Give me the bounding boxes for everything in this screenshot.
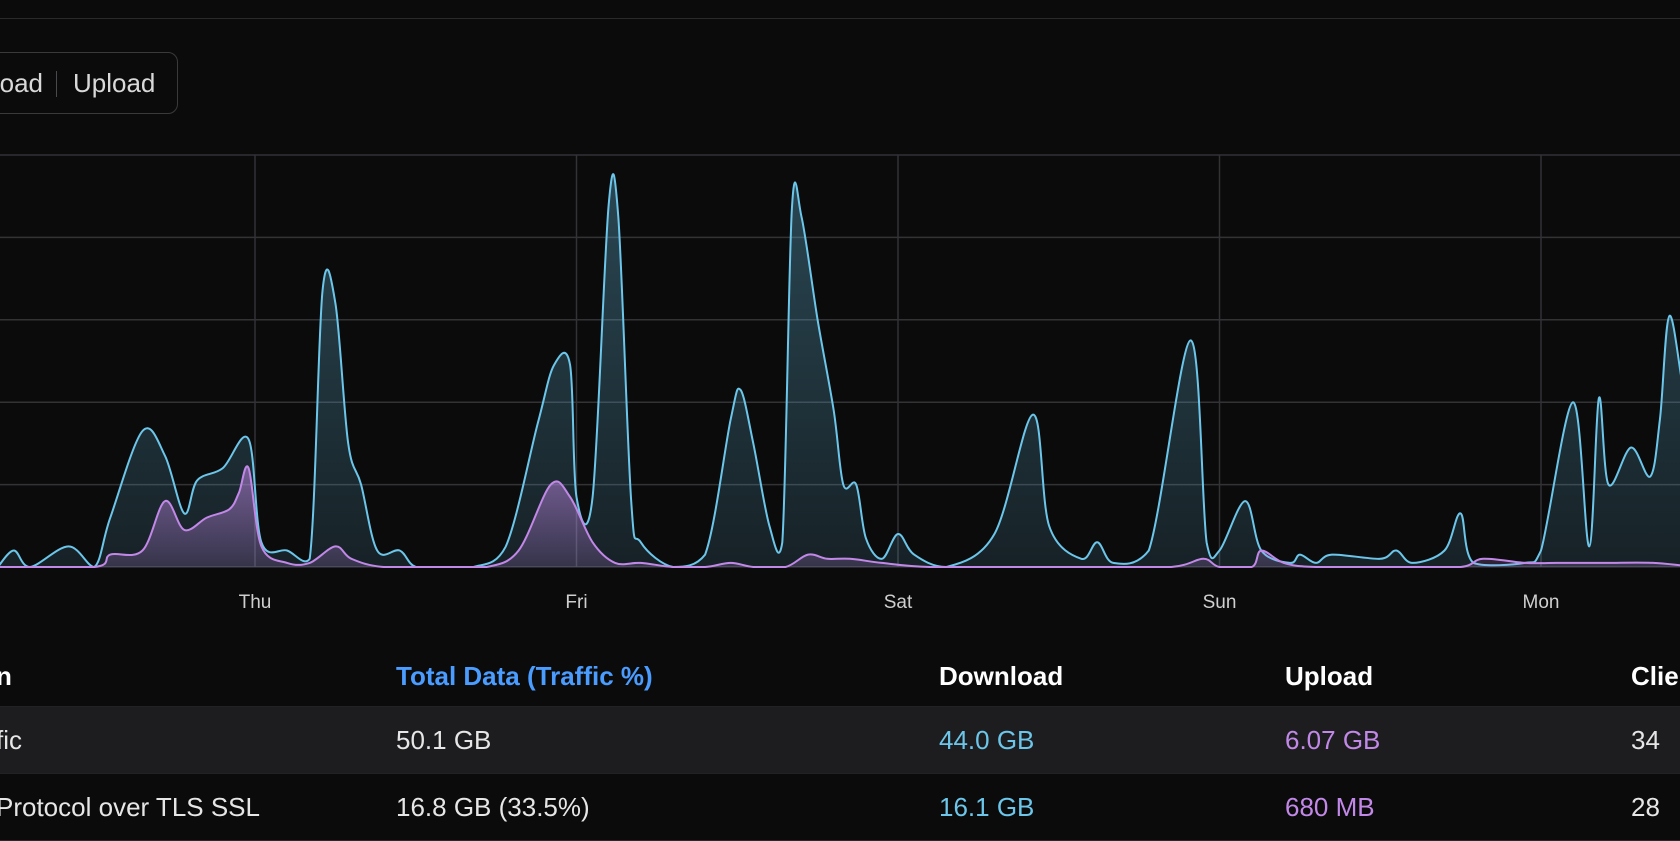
row-download: 44.0 GB (939, 725, 1035, 755)
upload-toggle-button[interactable]: Upload (73, 53, 155, 113)
x-tick-label: Sun (1203, 592, 1237, 613)
chart-series (0, 173, 1680, 569)
row-name: Protocol over TLS SSL (0, 792, 260, 822)
x-tick-label: Fri (565, 592, 587, 613)
column-header-upload[interactable]: Upload (1285, 646, 1373, 706)
column-header-total-data[interactable]: Total Data (Traffic %) (396, 646, 653, 706)
traffic-chart: Thu Fri Sat Sun Mon (0, 154, 1680, 613)
table-row[interactable]: Protocol over TLS SSL 16.8 GB (33.5%) 16… (0, 773, 1680, 841)
x-tick-label: Sat (884, 592, 913, 613)
row-upload: 6.07 GB (1285, 725, 1381, 755)
x-tick-label: Mon (1523, 592, 1560, 613)
row-total-data: 50.1 GB (396, 725, 492, 755)
download-toggle-button[interactable]: oad (0, 53, 43, 113)
row-clients: 34 (1631, 725, 1660, 755)
download-upload-toggle: oad Upload (0, 52, 178, 114)
row-clients: 28 (1631, 792, 1660, 822)
column-header-name[interactable]: n (0, 646, 12, 706)
x-tick-label: Thu (239, 592, 272, 613)
column-header-clients[interactable]: Clie (1631, 646, 1679, 706)
toggle-separator (56, 71, 57, 97)
top-divider (0, 18, 1680, 19)
table-header: n Total Data (Traffic %) Download Upload… (0, 646, 1680, 706)
row-name: fic (0, 725, 22, 755)
x-axis-labels: Thu Fri Sat Sun Mon (239, 592, 1560, 613)
row-upload: 680 MB (1285, 792, 1375, 822)
row-download: 16.1 GB (939, 792, 1035, 822)
column-header-download[interactable]: Download (939, 646, 1063, 706)
table-row[interactable]: fic 50.1 GB 44.0 GB 6.07 GB 34 (0, 706, 1680, 773)
row-total-data: 16.8 GB (33.5%) (396, 792, 590, 822)
traffic-table: n Total Data (Traffic %) Download Upload… (0, 646, 1680, 841)
